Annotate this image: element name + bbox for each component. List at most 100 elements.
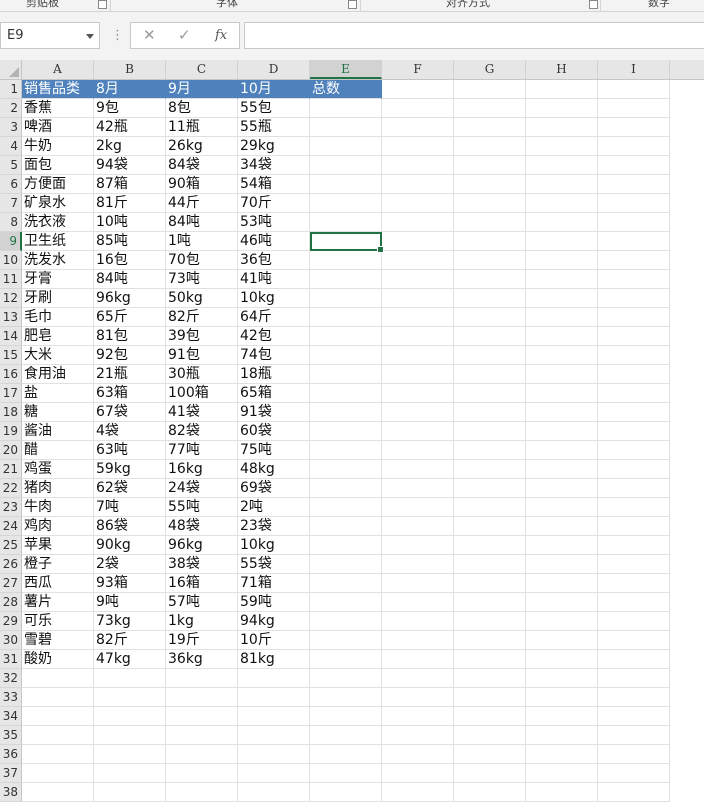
cell-d6[interactable]: 54箱 [238, 175, 310, 194]
cell-i20[interactable] [598, 441, 670, 460]
cell-h9[interactable] [526, 232, 598, 251]
cell-c7[interactable]: 44斤 [166, 194, 238, 213]
cell-f6[interactable] [382, 175, 454, 194]
cancel-icon[interactable]: ✕ [143, 26, 156, 44]
cell-a24[interactable]: 鸡肉 [22, 517, 94, 536]
cell-a6[interactable]: 方便面 [22, 175, 94, 194]
cell-h14[interactable] [526, 327, 598, 346]
cell-e30[interactable] [310, 631, 382, 650]
cell-a35[interactable] [22, 726, 94, 745]
cell-g13[interactable] [454, 308, 526, 327]
cell-d15[interactable]: 74包 [238, 346, 310, 365]
cell-c36[interactable] [166, 745, 238, 764]
cell-b9[interactable]: 85吨 [94, 232, 166, 251]
cell-h24[interactable] [526, 517, 598, 536]
cell-i12[interactable] [598, 289, 670, 308]
cell-a5[interactable]: 面包 [22, 156, 94, 175]
cell-e13[interactable] [310, 308, 382, 327]
cell-e24[interactable] [310, 517, 382, 536]
cell-g22[interactable] [454, 479, 526, 498]
cell-g28[interactable] [454, 593, 526, 612]
cell-e16[interactable] [310, 365, 382, 384]
cell-h36[interactable] [526, 745, 598, 764]
cell-f27[interactable] [382, 574, 454, 593]
worksheet-grid[interactable]: ABCDEFGHI 1 销售品类 8月 9月 10月 总数 2 香蕉 9包 8包 55包 3 啤酒 42瓶… [0, 60, 704, 804]
cell-c11[interactable]: 73吨 [166, 270, 238, 289]
cell-i26[interactable] [598, 555, 670, 574]
cell-d18[interactable]: 91袋 [238, 403, 310, 422]
cell-i36[interactable] [598, 745, 670, 764]
cell-i23[interactable] [598, 498, 670, 517]
cell-g38[interactable] [454, 783, 526, 802]
cell-i17[interactable] [598, 384, 670, 403]
cell-f19[interactable] [382, 422, 454, 441]
row-header[interactable]: 6 [0, 175, 22, 194]
cell-d1[interactable]: 10月 [238, 80, 310, 99]
cell-c25[interactable]: 96kg [166, 536, 238, 555]
column-header-g[interactable]: G [454, 60, 526, 79]
cell-d3[interactable]: 55瓶 [238, 118, 310, 137]
cell-a22[interactable]: 猪肉 [22, 479, 94, 498]
cell-e19[interactable] [310, 422, 382, 441]
row-header[interactable]: 18 [0, 403, 22, 422]
row-header[interactable]: 12 [0, 289, 22, 308]
cell-e34[interactable] [310, 707, 382, 726]
cell-i10[interactable] [598, 251, 670, 270]
cell-b1[interactable]: 8月 [94, 80, 166, 99]
cell-a29[interactable]: 可乐 [22, 612, 94, 631]
cell-i2[interactable] [598, 99, 670, 118]
cell-d35[interactable] [238, 726, 310, 745]
cell-f35[interactable] [382, 726, 454, 745]
cell-f1[interactable] [382, 80, 454, 99]
cell-e4[interactable] [310, 137, 382, 156]
cell-e15[interactable] [310, 346, 382, 365]
cell-b29[interactable]: 73kg [94, 612, 166, 631]
cell-d14[interactable]: 42包 [238, 327, 310, 346]
cell-d23[interactable]: 2吨 [238, 498, 310, 517]
cell-d36[interactable] [238, 745, 310, 764]
cell-h12[interactable] [526, 289, 598, 308]
cell-f29[interactable] [382, 612, 454, 631]
cell-a13[interactable]: 毛巾 [22, 308, 94, 327]
cell-b25[interactable]: 90kg [94, 536, 166, 555]
cell-i8[interactable] [598, 213, 670, 232]
cell-c12[interactable]: 50kg [166, 289, 238, 308]
cell-b11[interactable]: 84吨 [94, 270, 166, 289]
cell-d20[interactable]: 75吨 [238, 441, 310, 460]
cell-g15[interactable] [454, 346, 526, 365]
cell-a20[interactable]: 醋 [22, 441, 94, 460]
cell-i6[interactable] [598, 175, 670, 194]
cell-e32[interactable] [310, 669, 382, 688]
alignment-launcher-icon[interactable] [589, 0, 598, 9]
cell-e18[interactable] [310, 403, 382, 422]
formula-input[interactable] [244, 22, 704, 49]
cell-c28[interactable]: 57吨 [166, 593, 238, 612]
cell-e28[interactable] [310, 593, 382, 612]
cell-c29[interactable]: 1kg [166, 612, 238, 631]
cell-h1[interactable] [526, 80, 598, 99]
cell-f10[interactable] [382, 251, 454, 270]
cell-b6[interactable]: 87箱 [94, 175, 166, 194]
cell-a2[interactable]: 香蕉 [22, 99, 94, 118]
cell-i15[interactable] [598, 346, 670, 365]
cell-e17[interactable] [310, 384, 382, 403]
cell-e27[interactable] [310, 574, 382, 593]
cell-d12[interactable]: 10kg [238, 289, 310, 308]
cell-e20[interactable] [310, 441, 382, 460]
cell-d21[interactable]: 48kg [238, 460, 310, 479]
cell-h11[interactable] [526, 270, 598, 289]
cell-a1[interactable]: 销售品类 [22, 80, 94, 99]
cell-a12[interactable]: 牙刷 [22, 289, 94, 308]
cell-f30[interactable] [382, 631, 454, 650]
cell-e6[interactable] [310, 175, 382, 194]
cell-g37[interactable] [454, 764, 526, 783]
cell-b13[interactable]: 65斤 [94, 308, 166, 327]
cell-f22[interactable] [382, 479, 454, 498]
cell-i25[interactable] [598, 536, 670, 555]
cell-f2[interactable] [382, 99, 454, 118]
row-header[interactable]: 2 [0, 99, 22, 118]
cell-d13[interactable]: 64斤 [238, 308, 310, 327]
cell-i34[interactable] [598, 707, 670, 726]
row-header[interactable]: 19 [0, 422, 22, 441]
cell-i29[interactable] [598, 612, 670, 631]
